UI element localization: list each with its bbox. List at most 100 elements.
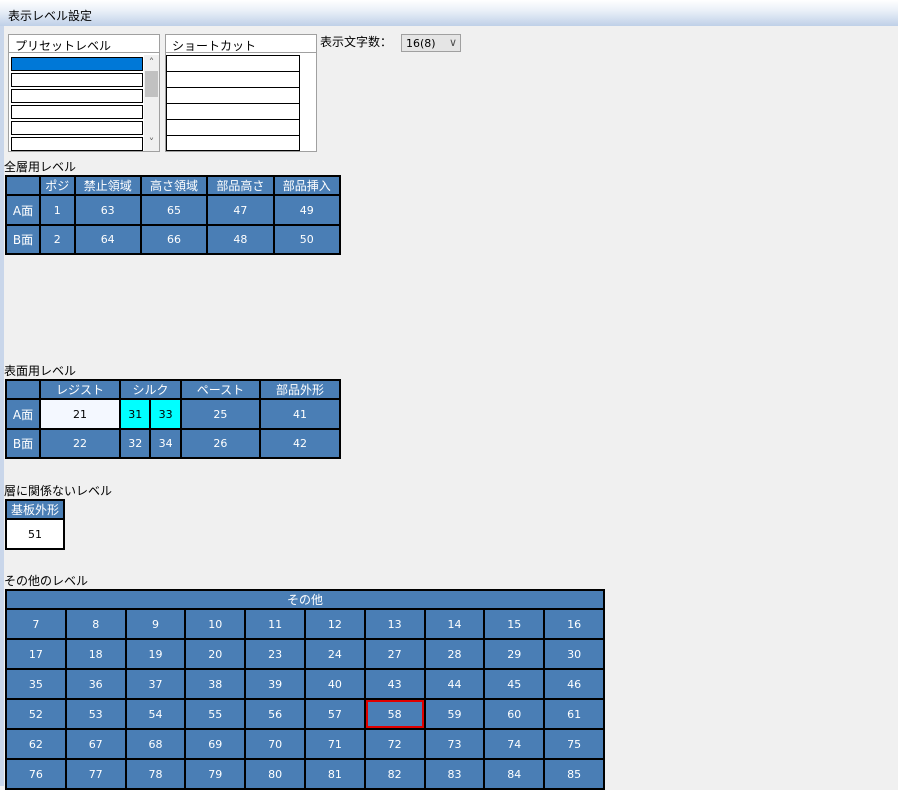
level-cell[interactable]: 83 (423, 758, 486, 790)
level-cell[interactable]: 33 (149, 398, 182, 430)
level-cell[interactable]: 48 (206, 224, 275, 255)
scroll-up-icon[interactable]: ˄ (144, 57, 159, 69)
level-cell[interactable]: 8 (64, 608, 127, 640)
level-cell[interactable]: 35 (5, 668, 67, 700)
level-cell[interactable]: 37 (124, 668, 187, 700)
level-cell[interactable]: 39 (244, 668, 306, 700)
level-cell[interactable]: 71 (303, 728, 366, 760)
level-cell[interactable]: 15 (483, 608, 546, 640)
level-cell[interactable]: 77 (64, 758, 127, 790)
level-cell[interactable]: 18 (64, 638, 127, 670)
display-chars-select[interactable]: 16(8) ∨ (401, 34, 461, 52)
preset-row[interactable] (11, 105, 143, 119)
level-cell[interactable]: 62 (5, 728, 67, 760)
level-cell[interactable]: 52 (5, 698, 67, 730)
level-cell[interactable]: 74 (483, 728, 546, 760)
level-cell[interactable]: 16 (543, 608, 605, 640)
level-cell[interactable]: 29 (483, 638, 546, 670)
level-cell[interactable]: 81 (303, 758, 366, 790)
shortcut-row[interactable] (166, 119, 300, 136)
level-cell[interactable]: 21 (38, 398, 122, 430)
level-cell[interactable]: 24 (303, 638, 366, 670)
shortcut-list[interactable]: ショートカット (165, 34, 317, 152)
level-cell[interactable]: 27 (363, 638, 426, 670)
level-cell[interactable]: 1 (39, 194, 76, 226)
shortcut-row[interactable] (166, 135, 300, 151)
level-cell[interactable]: 13 (363, 608, 426, 640)
level-cell[interactable]: 58 (363, 698, 426, 730)
level-cell[interactable]: 67 (64, 728, 127, 760)
level-cell[interactable]: 78 (124, 758, 187, 790)
level-cell[interactable]: 22 (38, 428, 122, 459)
level-cell[interactable]: 79 (184, 758, 247, 790)
level-cell[interactable]: 80 (244, 758, 306, 790)
level-cell[interactable]: 65 (139, 194, 209, 226)
level-cell[interactable]: 34 (149, 428, 182, 459)
preset-row[interactable] (11, 73, 143, 87)
preset-row[interactable] (11, 121, 143, 135)
level-cell[interactable]: 60 (483, 698, 546, 730)
level-cell[interactable]: 31 (119, 398, 152, 430)
preset-scrollbar[interactable]: ˄ ˅ (144, 55, 159, 151)
shortcut-row[interactable] (166, 103, 300, 120)
level-cell[interactable]: 55 (184, 698, 247, 730)
level-cell[interactable]: 70 (244, 728, 306, 760)
level-cell[interactable]: 82 (363, 758, 426, 790)
level-cell[interactable]: 11 (244, 608, 306, 640)
level-cell[interactable]: 26 (179, 428, 261, 459)
level-cell[interactable]: 17 (5, 638, 67, 670)
level-cell[interactable]: 50 (272, 224, 342, 255)
level-cell[interactable]: 72 (363, 728, 426, 760)
level-cell[interactable]: 25 (179, 398, 261, 430)
scroll-down-icon[interactable]: ˅ (144, 137, 159, 149)
level-cell[interactable]: 43 (363, 668, 426, 700)
level-cell[interactable]: 44 (423, 668, 486, 700)
level-cell[interactable]: 54 (124, 698, 187, 730)
level-cell[interactable]: 56 (244, 698, 306, 730)
level-cell[interactable]: 28 (423, 638, 486, 670)
level-cell[interactable]: 76 (5, 758, 67, 790)
level-cell[interactable]: 42 (258, 428, 342, 459)
shortcut-row[interactable] (166, 87, 300, 104)
level-cell[interactable]: 9 (124, 608, 187, 640)
shortcut-header[interactable]: ショートカット (166, 35, 316, 53)
level-cell[interactable]: 66 (139, 224, 209, 255)
shortcut-row[interactable] (166, 71, 300, 88)
level-cell[interactable]: 59 (423, 698, 486, 730)
preset-row[interactable] (11, 137, 143, 151)
level-cell[interactable]: 85 (543, 758, 605, 790)
level-cell[interactable]: 20 (184, 638, 247, 670)
level-cell[interactable]: 19 (124, 638, 187, 670)
level-cell[interactable]: 49 (272, 194, 342, 226)
level-cell[interactable]: 69 (184, 728, 247, 760)
level-cell[interactable]: 57 (303, 698, 366, 730)
scroll-thumb[interactable] (145, 71, 158, 97)
level-cell[interactable]: 7 (5, 608, 67, 640)
level-cell[interactable]: 2 (39, 224, 76, 255)
level-cell[interactable]: 84 (483, 758, 546, 790)
level-cell[interactable]: 10 (184, 608, 247, 640)
level-cell[interactable]: 53 (64, 698, 127, 730)
level-cell[interactable]: 32 (119, 428, 152, 459)
level-cell[interactable]: 36 (64, 668, 127, 700)
preset-level-list[interactable]: プリセットレベル ˄ ˅ (8, 34, 160, 152)
level-cell[interactable]: 64 (73, 224, 142, 255)
level-cell[interactable]: 46 (543, 668, 605, 700)
level-cell[interactable]: 45 (483, 668, 546, 700)
level-cell[interactable]: 40 (303, 668, 366, 700)
preset-row[interactable] (11, 89, 143, 103)
shortcut-row[interactable] (166, 55, 300, 72)
level-cell[interactable]: 41 (258, 398, 342, 430)
level-cell[interactable]: 23 (244, 638, 306, 670)
level-cell[interactable]: 12 (303, 608, 366, 640)
level-cell[interactable]: 75 (543, 728, 605, 760)
level-cell[interactable]: 14 (423, 608, 486, 640)
level-cell[interactable]: 73 (423, 728, 486, 760)
preset-row[interactable] (11, 57, 143, 71)
level-cell[interactable]: 63 (73, 194, 142, 226)
level-cell[interactable]: 47 (206, 194, 275, 226)
level-cell[interactable]: 68 (124, 728, 187, 760)
level-cell[interactable]: 30 (543, 638, 605, 670)
level-cell[interactable]: 51 (5, 518, 65, 550)
level-cell[interactable]: 38 (184, 668, 247, 700)
